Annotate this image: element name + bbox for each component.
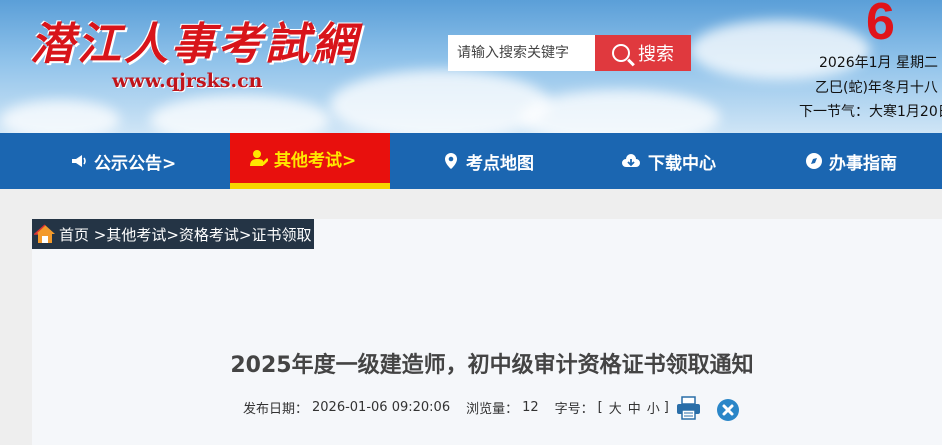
nav-item-other-exams[interactable]: 其他考试> [230, 133, 390, 189]
font-size-open-bracket: [ [597, 400, 603, 415]
publish-date: 2026-01-06 09:20:06 [312, 400, 451, 415]
font-size-small-button[interactable]: 小 [647, 398, 660, 417]
font-size-medium-button[interactable]: 中 [628, 398, 641, 417]
nav-item-announcements[interactable]: 公示公告> [70, 133, 176, 189]
print-icon[interactable] [676, 396, 701, 420]
nav-item-label: 下载中心 [648, 153, 716, 174]
font-size-large-button[interactable]: 大 [609, 398, 622, 417]
site-header: 潜江人事考試網 www.qjrsks.cn 搜索 6 2026年1月 星期二 乙… [0, 0, 942, 133]
font-size-close-bracket: ] [663, 400, 669, 415]
views-count: 12 [522, 400, 539, 415]
nav-item-label: 考点地图 [466, 153, 534, 174]
cloud-decoration [330, 70, 550, 133]
user-edit-icon [250, 150, 268, 166]
close-icon[interactable] [717, 399, 739, 421]
article-title: 2025年度一级建造师，初中级审计资格证书领取通知 [230, 353, 754, 378]
home-icon[interactable] [34, 223, 56, 245]
date-weekday: 2026年1月 星期二 [819, 55, 938, 71]
cloud-download-icon [622, 154, 640, 167]
site-logo-url[interactable]: www.qjrsks.cn [112, 70, 263, 92]
search-input[interactable] [448, 35, 596, 71]
cloud-decoration [0, 100, 120, 133]
compass-icon [806, 153, 822, 169]
search-icon [612, 44, 630, 62]
lunar-date: 乙巳(蛇)年冬月十八 [815, 80, 938, 96]
nav-item-exam-map[interactable]: 考点地图 [442, 133, 534, 189]
search-button-label: 搜索 [638, 44, 674, 65]
map-marker-icon [445, 153, 457, 169]
breadcrumb-path[interactable]: 首页 >其他考试>资格考试>证书领取 [59, 224, 311, 245]
nav-item-downloads[interactable]: 下载中心 [620, 133, 716, 189]
font-size-label: 字号： [554, 402, 594, 417]
close-x-glyph [722, 404, 734, 416]
views-label: 浏览量： [466, 402, 519, 417]
site-logo-title[interactable]: 潜江人事考試網 [30, 8, 359, 72]
nav-item-label: 其他考试> [274, 150, 357, 171]
article-meta: 发布日期： 2026-01-06 09:20:06 浏览量： 12 字号： [ … [243, 398, 673, 417]
cloud-decoration [150, 95, 330, 133]
next-solar-term: 下一节气：大寒1月20日 [799, 104, 942, 120]
search-button[interactable]: 搜索 [595, 35, 691, 71]
publish-date-label: 发布日期： [243, 402, 309, 417]
date-day: 6 [866, 0, 895, 51]
cloud-decoration [520, 90, 720, 133]
main-nav: 公示公告> 其他考试> 考点地图 下载中心 办事指南 [0, 133, 942, 189]
nav-item-label: 公示公告> [94, 153, 177, 174]
breadcrumb: 首页 >其他考试>资格考试>证书领取 [32, 219, 314, 249]
nav-item-service-guide[interactable]: 办事指南 [805, 133, 897, 189]
nav-item-label: 办事指南 [829, 153, 897, 174]
megaphone-icon [72, 155, 86, 167]
